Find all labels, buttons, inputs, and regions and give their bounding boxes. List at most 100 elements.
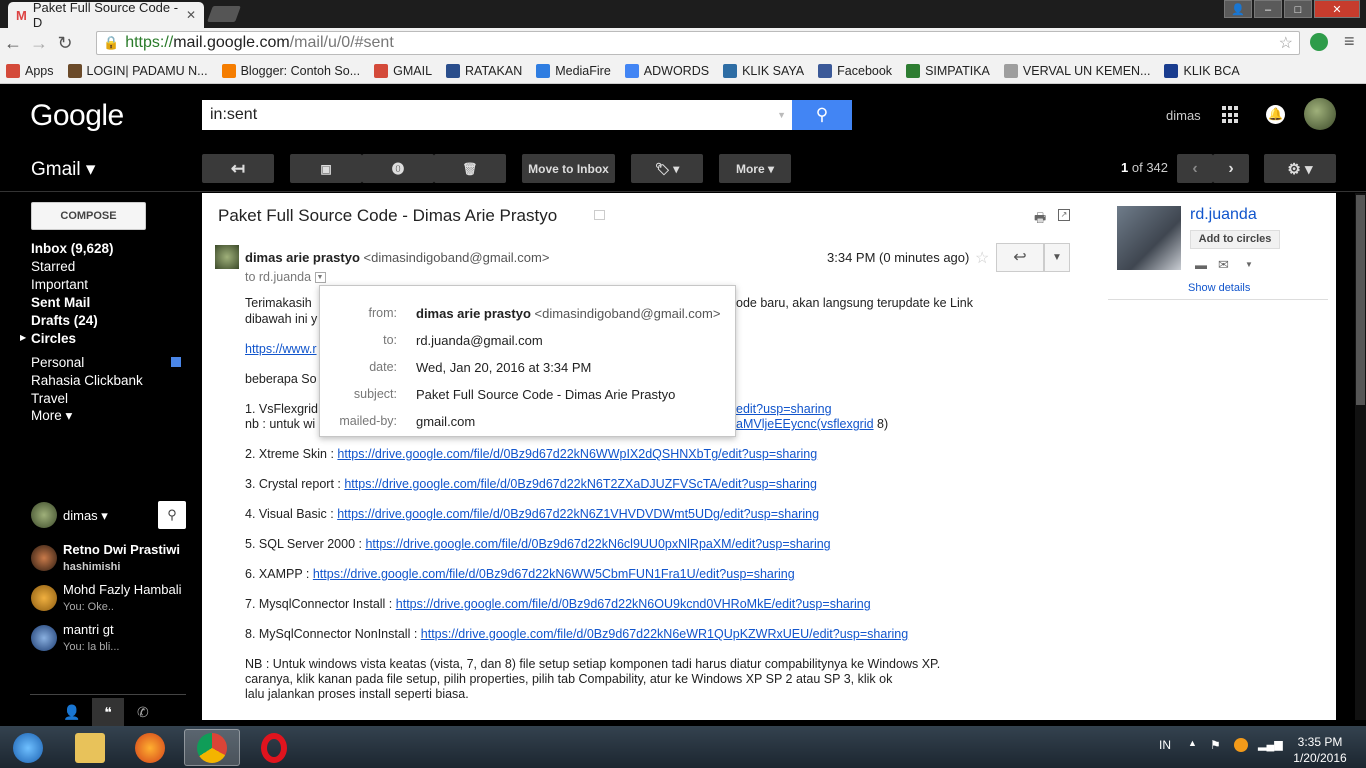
- reload-icon[interactable]: ↻: [52, 33, 78, 54]
- sidebar-item-personal[interactable]: Personal: [31, 355, 84, 370]
- chat-self-avatar[interactable]: [31, 502, 57, 528]
- profile-icon[interactable]: 👤: [1224, 0, 1252, 18]
- bookmark-item[interactable]: VERVAL UN KEMEN...: [1003, 63, 1150, 78]
- gmail-menu[interactable]: Gmail ▾: [31, 158, 95, 181]
- search-options-icon[interactable]: ▼: [777, 110, 786, 120]
- sidebar-item-starred[interactable]: Starred: [31, 259, 75, 274]
- bookmark-item[interactable]: Apps: [6, 63, 54, 78]
- add-to-circles-button[interactable]: Add to circles: [1190, 230, 1280, 249]
- chrome-taskbar-icon[interactable]: [184, 729, 240, 766]
- new-tab-button[interactable]: [207, 6, 241, 22]
- message-sender[interactable]: dimas arie prastyo <dimasindigoband@gmai…: [245, 250, 549, 265]
- flag-icon[interactable]: ⚑: [1210, 738, 1221, 752]
- start-button[interactable]: [0, 729, 56, 766]
- show-details-link[interactable]: Show details: [1188, 282, 1250, 294]
- report-spam-button[interactable]: ⓿: [362, 154, 434, 183]
- chat-avatar[interactable]: [31, 625, 57, 651]
- email-icon[interactable]: ✉: [1218, 257, 1229, 273]
- scrollbar-thumb[interactable]: [1356, 195, 1365, 405]
- contacts-icon[interactable]: 👤: [63, 704, 80, 721]
- body-link[interactable]: https://www.r: [245, 342, 317, 357]
- body-link[interactable]: https://drive.google.com/file/d/0Bz9d67d…: [337, 447, 817, 461]
- language-indicator[interactable]: IN: [1159, 738, 1171, 752]
- expand-triangle-icon[interactable]: ▶: [20, 333, 26, 342]
- address-bar[interactable]: 🔒 https://mail.google.com/mail/u/0/#sent…: [96, 31, 1300, 55]
- star-icon[interactable]: ☆: [1279, 33, 1293, 53]
- chat-contact-name[interactable]: Mohd Fazly Hambali: [63, 582, 182, 597]
- older-button[interactable]: ›: [1213, 154, 1249, 183]
- compose-button[interactable]: COMPOSE: [31, 202, 146, 230]
- print-icon[interactable]: 🖶: [1034, 209, 1046, 231]
- sidebar-item-rahasia-clickbank[interactable]: Rahasia Clickbank: [31, 373, 143, 388]
- body-link[interactable]: https://drive.google.com/file/d/0Bz9d67d…: [313, 567, 795, 581]
- move-to-inbox-button[interactable]: Move to Inbox: [522, 154, 615, 183]
- search-button[interactable]: ⚲: [792, 100, 852, 130]
- sidebar-item-circles[interactable]: Circles: [31, 331, 76, 346]
- sidebar-item-more[interactable]: More ▾: [31, 408, 72, 424]
- contact-photo[interactable]: [1117, 206, 1181, 270]
- bookmark-item[interactable]: RATAKAN: [446, 63, 522, 78]
- star-icon[interactable]: ☆: [975, 248, 989, 268]
- show-details-icon[interactable]: ▼: [314, 272, 326, 284]
- avatar[interactable]: [1304, 98, 1336, 130]
- phone-icon[interactable]: ✆: [137, 704, 149, 721]
- bookmark-item[interactable]: ADWORDS: [624, 63, 709, 78]
- new-window-icon[interactable]: ↗: [1058, 209, 1070, 221]
- body-link[interactable]: https://drive.google.com/file/d/0Bz9d67d…: [396, 597, 871, 611]
- labels-button[interactable]: 🏷 ▾: [631, 154, 703, 183]
- label-color-swatch[interactable]: [171, 357, 181, 367]
- bookmark-item[interactable]: GMAIL: [374, 63, 432, 78]
- apps-grid-icon[interactable]: [1222, 106, 1240, 124]
- settings-button[interactable]: ⚙ ▾: [1264, 154, 1336, 183]
- tray-expand-icon[interactable]: ▲: [1188, 738, 1197, 748]
- delete-button[interactable]: 🗑: [434, 154, 506, 183]
- body-link[interactable]: https://drive.google.com/file/d/0Bz9d67d…: [337, 507, 819, 521]
- body-link[interactable]: https://drive.google.com/file/d/0Bz9d67d…: [421, 627, 908, 641]
- chat-self-name[interactable]: dimas ▾: [63, 508, 108, 524]
- browser-tab[interactable]: M Paket Full Source Code - D ✕: [8, 0, 204, 30]
- more-button[interactable]: More ▾: [719, 154, 791, 183]
- bookmark-item[interactable]: KLIK SAYA: [723, 63, 804, 78]
- newer-button[interactable]: ‹: [1177, 154, 1213, 183]
- bookmark-item[interactable]: MediaFire: [536, 63, 611, 78]
- chevron-down-icon[interactable]: ▼: [1245, 260, 1253, 269]
- body-link[interactable]: https://drive.google.com/file/d/0Bz9d67d…: [365, 537, 830, 551]
- chat-search-icon[interactable]: ⚲: [158, 501, 186, 529]
- reply-more-button[interactable]: ▼: [1044, 243, 1070, 272]
- bookmark-item[interactable]: KLIK BCA: [1164, 63, 1240, 78]
- firefox-taskbar-icon[interactable]: [122, 729, 178, 766]
- chat-contact-name[interactable]: mantri gt: [63, 622, 114, 637]
- chat-avatar[interactable]: [31, 585, 57, 611]
- bookmark-item[interactable]: Blogger: Contoh So...: [221, 63, 360, 78]
- close-window-button[interactable]: ✕: [1314, 0, 1360, 18]
- user-name[interactable]: dimas: [1166, 108, 1201, 123]
- back-to-sent-button[interactable]: ↤: [202, 154, 274, 183]
- chat-avatar[interactable]: [31, 545, 57, 571]
- sidebar-item-inbox[interactable]: Inbox (9,628): [31, 241, 114, 256]
- reply-button[interactable]: ↩: [996, 243, 1044, 272]
- maximize-button[interactable]: □: [1284, 0, 1312, 18]
- hangouts-icon[interactable]: ❝: [92, 698, 124, 726]
- chat-contact-name[interactable]: Retno Dwi Prastiwi: [63, 542, 180, 557]
- message-icon[interactable]: ▬: [1195, 258, 1207, 272]
- sidebar-item-drafts[interactable]: Drafts (24): [31, 313, 98, 328]
- explorer-taskbar-icon[interactable]: [62, 729, 118, 766]
- menu-icon[interactable]: ≡: [1344, 31, 1355, 52]
- scrollbar[interactable]: [1355, 193, 1366, 720]
- search-input[interactable]: in:sent ▼: [202, 100, 792, 130]
- body-link[interactable]: https://drive.google.com/file/d/0Bz9d67d…: [344, 477, 817, 491]
- sender-avatar[interactable]: [215, 245, 239, 269]
- app-tray-icon[interactable]: [1234, 738, 1248, 752]
- archive-button[interactable]: ▣: [290, 154, 362, 183]
- back-icon[interactable]: ←: [0, 33, 26, 54]
- extension-icon[interactable]: [1310, 33, 1328, 51]
- bookmark-item[interactable]: LOGIN| PADAMU N...: [67, 63, 208, 78]
- notifications-icon[interactable]: 🔔: [1266, 105, 1285, 124]
- taskbar-clock[interactable]: 3:35 PM 1/20/2016: [1293, 734, 1347, 766]
- google-logo[interactable]: Google: [30, 99, 124, 133]
- network-icon[interactable]: ▂▄▆: [1258, 738, 1283, 751]
- sidebar-item-travel[interactable]: Travel: [31, 391, 68, 406]
- bookmark-item[interactable]: SIMPATIKA: [906, 63, 990, 78]
- close-tab-icon[interactable]: ✕: [186, 8, 196, 22]
- body-link[interactable]: aMVljeEEycnc(vsflexgrid: [736, 417, 874, 431]
